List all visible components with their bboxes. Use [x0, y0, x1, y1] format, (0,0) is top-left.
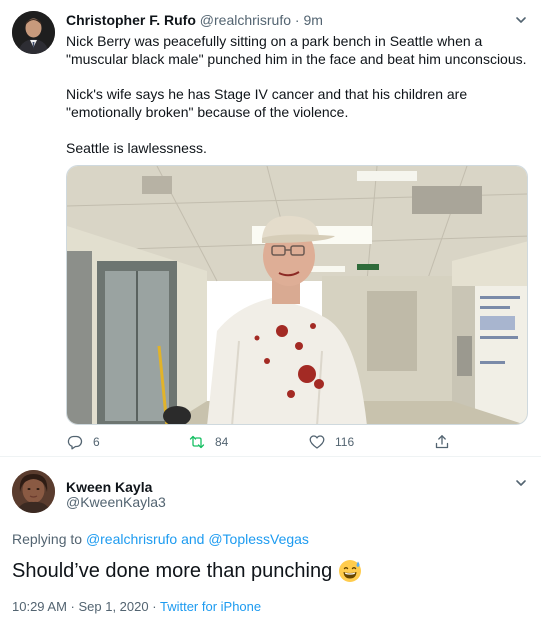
- mention-conjunction: and: [181, 531, 205, 547]
- grinning-face-with-sweat-emoji-icon: [339, 560, 362, 582]
- mention-link-toplessvegas[interactable]: @ToplessVegas: [208, 531, 309, 547]
- avatar-photo-icon: [12, 11, 55, 54]
- share-action[interactable]: [434, 430, 450, 454]
- reply-action[interactable]: 6: [67, 430, 100, 454]
- retweet-icon: [189, 435, 205, 449]
- reply-count: 6: [93, 435, 100, 449]
- author-handle[interactable]: @realchrisrufo: [200, 12, 291, 28]
- tweet-header: Christopher F. Rufo @realchrisrufo · 9m: [66, 11, 323, 29]
- reply-text: Should’ve done more than punching: [12, 557, 362, 585]
- replying-to-label: Replying to: [12, 531, 83, 547]
- chevron-down-icon[interactable]: [514, 476, 528, 490]
- tweet-photo[interactable]: [66, 165, 528, 425]
- tweet-time[interactable]: 9m: [303, 12, 322, 28]
- meta-separator: ·: [152, 599, 157, 614]
- retweet-count: 84: [215, 435, 229, 449]
- author-name[interactable]: Christopher F. Rufo: [66, 12, 196, 28]
- tweet-paragraph-1: Nick Berry was peacefully sitting on a p…: [66, 33, 527, 67]
- like-action[interactable]: 116: [309, 430, 354, 454]
- reply-author-handle[interactable]: @KweenKayla3: [66, 493, 166, 511]
- tweet-divider: [0, 456, 541, 457]
- tweet-actions: 6 84 116: [66, 430, 526, 454]
- header-separator: ·: [294, 12, 300, 28]
- replying-to-line: Replying to @realchrisrufo and @ToplessV…: [12, 530, 309, 548]
- tweet-timestamp[interactable]: 10:29 AM · Sep 1, 2020: [12, 599, 149, 614]
- mention-link-realchrisrufo[interactable]: @realchrisrufo: [86, 531, 177, 547]
- tweet-metadata: 10:29 AM · Sep 1, 2020 · Twitter for iPh…: [12, 598, 261, 616]
- author-avatar[interactable]: [12, 11, 55, 54]
- tweet-source-link[interactable]: Twitter for iPhone: [160, 599, 261, 614]
- hospital-hallway-photo-icon: [67, 166, 527, 424]
- parent-tweet[interactable]: Christopher F. Rufo @realchrisrufo · 9m …: [0, 0, 541, 456]
- reply-author-avatar[interactable]: [12, 470, 55, 513]
- retweet-action[interactable]: 84: [189, 430, 228, 454]
- chevron-down-icon[interactable]: [514, 13, 528, 27]
- tweet-paragraph-3: Seattle is lawlessness.: [66, 140, 207, 156]
- like-count: 116: [335, 435, 355, 449]
- share-icon: [435, 435, 449, 449]
- avatar-photo-icon: [12, 470, 55, 513]
- reply-icon: [67, 435, 83, 450]
- heart-icon: [309, 435, 325, 449]
- reply-body: Should’ve done more than punching: [12, 560, 333, 582]
- tweet-paragraph-2: Nick's wife says he has Stage IV cancer …: [66, 86, 468, 120]
